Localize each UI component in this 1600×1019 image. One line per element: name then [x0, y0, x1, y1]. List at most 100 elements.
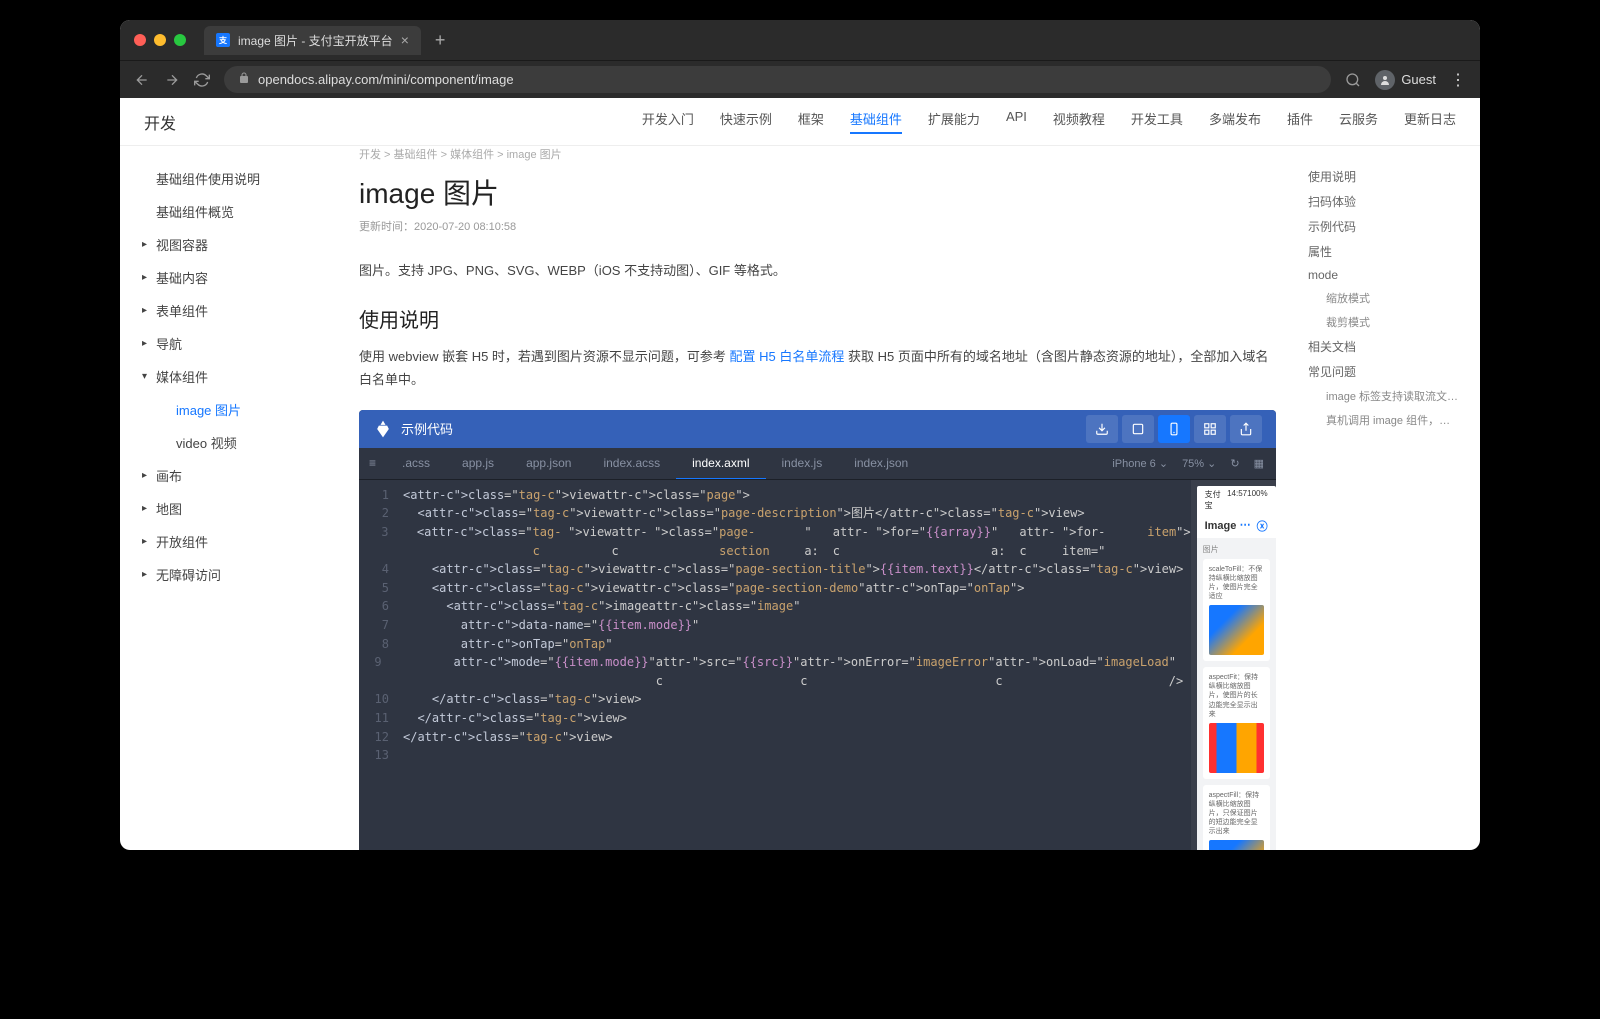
nav-item[interactable]: 快速示例	[720, 109, 772, 134]
sidebar-item[interactable]: 基础组件概览	[120, 195, 335, 228]
ide-file-tab[interactable]: index.axml	[676, 447, 765, 479]
sidebar-item[interactable]: ▸开放组件	[120, 525, 335, 558]
nav-item[interactable]: 基础组件	[850, 109, 902, 134]
toc-item[interactable]: 裁剪模式	[1308, 310, 1472, 334]
maximize-window-icon[interactable]	[174, 34, 186, 46]
preview-item-label: aspectFill：保持纵横比缩放图片，只保证图片的短边能完全显示出来	[1209, 791, 1264, 836]
avatar-icon	[1375, 70, 1395, 90]
sidebar-item[interactable]: ▸ 视图容器	[120, 228, 335, 261]
ide-title: 示例代码	[401, 419, 453, 438]
sidebar-item-label: image 图片	[176, 400, 241, 419]
nav-item[interactable]: 插件	[1287, 109, 1313, 134]
favicon-icon: 支	[216, 33, 230, 47]
toc-item[interactable]: 真机调用 image 组件，…	[1308, 408, 1472, 432]
close-circle-icon[interactable]: ⓧ	[1257, 518, 1268, 534]
sidebar-item-label: 基础组件概览	[156, 202, 234, 221]
ide-file-tab[interactable]: index.js	[766, 447, 839, 479]
sidebar-item-label: 基础内容	[156, 268, 208, 287]
close-tab-icon[interactable]: ×	[401, 32, 409, 48]
sidebar-item-label: 导航	[156, 334, 182, 353]
description: 图片。支持 JPG、PNG、SVG、WEBP（iOS 不支持动图）、GIF 等格…	[359, 260, 1276, 282]
sidebar-item-label: 无障碍访问	[156, 565, 221, 584]
ide-file-tab[interactable]: index.json	[838, 447, 924, 479]
download-button[interactable]	[1086, 415, 1118, 443]
toc-item[interactable]: mode	[1308, 264, 1472, 286]
sidebar-item-label: 基础组件使用说明	[156, 169, 260, 188]
close-window-icon[interactable]	[134, 34, 146, 46]
sidebar-item-label: 地图	[156, 499, 182, 518]
toc-item[interactable]: image 标签支持读取流文…	[1308, 384, 1472, 408]
search-icon[interactable]	[1345, 72, 1361, 88]
updated-time: 更新时间：2020-07-20 08:10:58	[359, 218, 1276, 234]
caret-icon: ▸	[142, 239, 152, 250]
ide-hamburger[interactable]: ≡	[359, 447, 386, 479]
address-bar[interactable]: opendocs.alipay.com/mini/component/image	[224, 66, 1331, 93]
nav-item[interactable]: 扩展能力	[928, 109, 980, 134]
breadcrumb: 开发 > 基础组件 > 媒体组件 > image 图片	[359, 146, 1276, 162]
grid-icon[interactable]: ▦	[1254, 457, 1264, 470]
nav-item[interactable]: API	[1006, 109, 1027, 134]
sidebar-item[interactable]: ▸基础内容	[120, 261, 335, 294]
nav-item[interactable]: 云服务	[1339, 109, 1378, 134]
tab-title: image 图片 - 支付宝开放平台	[238, 32, 393, 49]
usage-paragraph: 使用 webview 嵌套 H5 时，若遇到图片资源不显示问题，可参考 配置 H…	[359, 345, 1276, 392]
ide-file-tab[interactable]: index.acss	[587, 447, 676, 479]
sidebar-item-label: 媒体组件	[156, 367, 208, 386]
toc-item[interactable]: 常见问题	[1308, 359, 1472, 384]
caret-icon: ▸	[142, 569, 152, 580]
toc-item[interactable]: 示例代码	[1308, 214, 1472, 239]
sidebar-item[interactable]: ▸画布	[120, 459, 335, 492]
toc-item[interactable]: 扫码体验	[1308, 189, 1472, 214]
toc-item[interactable]: 属性	[1308, 239, 1472, 264]
nav-item[interactable]: 开发入门	[642, 109, 694, 134]
preview-image	[1209, 840, 1264, 850]
zoom-selector[interactable]: 75% ⌄	[1182, 457, 1216, 470]
code-editor[interactable]: 1<attr-c">class="tag-c">view attr-c">cla…	[359, 480, 1191, 850]
sidebar-item-label: video 视频	[176, 433, 237, 452]
browser-menu-button[interactable]: ⋮	[1450, 70, 1466, 90]
more-icon[interactable]: ⋯	[1240, 518, 1251, 534]
sidebar-item[interactable]: ▸表单组件	[120, 294, 335, 327]
ide-file-tab[interactable]: app.json	[510, 447, 587, 479]
sidebar-item[interactable]: ▾媒体组件	[120, 360, 335, 393]
sidebar-item[interactable]: ▸ 地图	[120, 492, 335, 525]
sidebar-item[interactable]: ▸ 无障碍访问	[120, 558, 335, 591]
preview-item-label: aspectFit：保持纵横比缩放图片，使图片的长边能完全显示出来	[1209, 673, 1264, 718]
toc-item[interactable]: 缩放模式	[1308, 286, 1472, 310]
nav-item[interactable]: 视频教程	[1053, 109, 1105, 134]
toc-item[interactable]: 相关文档	[1308, 334, 1472, 359]
nav-item[interactable]: 多端发布	[1209, 109, 1261, 134]
caret-icon: ▸	[142, 338, 152, 349]
preview-image	[1209, 723, 1264, 773]
ide-file-tab[interactable]: .acss	[386, 447, 446, 479]
whitelist-link[interactable]: 配置 H5 白名单流程	[730, 349, 845, 364]
forward-button[interactable]	[164, 72, 180, 88]
nav-item[interactable]: 开发工具	[1131, 109, 1183, 134]
window-controls[interactable]	[134, 34, 186, 46]
browser-tab[interactable]: 支 image 图片 - 支付宝开放平台 ×	[204, 26, 421, 55]
new-tab-button[interactable]: +	[435, 30, 446, 51]
toc-item[interactable]: 使用说明	[1308, 164, 1472, 189]
sidebar-item-label: 视图容器	[156, 235, 208, 254]
device-selector[interactable]: iPhone 6 ⌄	[1112, 457, 1168, 470]
minimize-window-icon[interactable]	[154, 34, 166, 46]
top-nav: 开发入门 快速示例 框架 基础组件 扩展能力 API 视频教程 开发工具 多端发布 插件 云服务 更新…	[642, 109, 1456, 134]
caret-icon: ▸	[142, 503, 152, 514]
reload-button[interactable]	[194, 72, 210, 88]
qr-button[interactable]	[1194, 415, 1226, 443]
sidebar-item[interactable]: ▸ 导航	[120, 327, 335, 360]
profile-button[interactable]: Guest	[1375, 70, 1436, 90]
sidebar-item[interactable]: 基础组件使用说明	[120, 162, 335, 195]
sidebar-item-label: 开放组件	[156, 532, 208, 551]
sidebar-item[interactable]: image 图片	[120, 393, 335, 426]
back-button[interactable]	[134, 72, 150, 88]
nav-item[interactable]: 更新日志	[1404, 109, 1456, 134]
share-button[interactable]	[1230, 415, 1262, 443]
ide-icon-1[interactable]	[1122, 415, 1154, 443]
nav-item[interactable]: 框架	[798, 109, 824, 134]
ide-file-tab[interactable]: app.js	[446, 447, 510, 479]
reload-preview-icon[interactable]: ↻	[1230, 457, 1239, 470]
phone-preview-button[interactable]	[1158, 415, 1190, 443]
preview-section-heading: 图片	[1203, 544, 1270, 555]
sidebar-item[interactable]: video 视频	[120, 426, 335, 459]
